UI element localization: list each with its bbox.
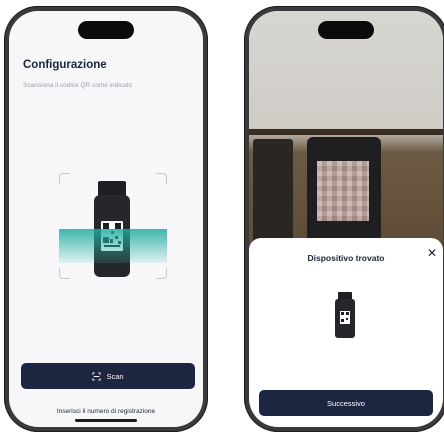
device-illustration	[335, 292, 355, 338]
scanner-corner-top-left	[59, 173, 70, 184]
page-title: Configurazione	[23, 59, 107, 71]
page-subtitle: Scansiona il codice QR come indicato	[23, 82, 133, 89]
qr-scanner-illustration	[59, 173, 167, 279]
device-found-screen: Dispositivo trovato ✕ Successivo	[249, 11, 443, 427]
dynamic-island	[318, 21, 374, 39]
configuration-screen: Configurazione Scansiona il codice QR co…	[9, 11, 203, 427]
scan-beam	[59, 229, 167, 263]
device-found-sheet: Dispositivo trovato ✕ Successivo	[249, 238, 443, 427]
next-button[interactable]: Successivo	[259, 390, 433, 416]
scanner-corner-top-right	[156, 173, 167, 184]
sheet-title: Dispositivo trovato	[307, 253, 385, 263]
camera-object-left	[253, 139, 293, 249]
scanner-corner-bottom-right	[156, 268, 167, 279]
phone-right: Dispositivo trovato ✕ Successivo	[244, 6, 444, 432]
dynamic-island	[78, 21, 134, 39]
scanner-corner-bottom-left	[59, 268, 70, 279]
scan-frame-icon	[92, 371, 101, 381]
registration-number-link[interactable]: Inserisci il numero di registrazione	[9, 408, 203, 415]
scan-button[interactable]: Scan	[21, 363, 195, 389]
phone-left: Configurazione Scansiona il codice QR co…	[4, 6, 208, 432]
camera-shelf-edge	[249, 129, 443, 135]
close-icon[interactable]: ✕	[427, 246, 437, 260]
camera-pixelated-label	[317, 161, 369, 221]
scan-button-label: Scan	[106, 371, 124, 381]
home-indicator	[75, 419, 137, 422]
